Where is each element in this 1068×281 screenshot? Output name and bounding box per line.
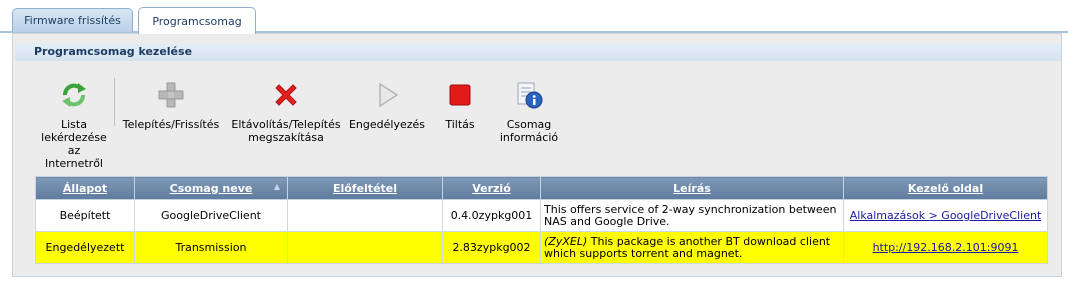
row-prerequisite <box>287 199 443 232</box>
tab-bar: Firmware frissítés Programcsomag <box>0 0 1068 34</box>
package-info-label: Csomag információ <box>499 118 559 144</box>
enable-button[interactable]: Engedélyezés <box>345 80 429 131</box>
package-info-button[interactable]: Csomag információ <box>492 80 566 144</box>
sort-ascending-icon: ▲ <box>273 182 280 191</box>
tab-firmware-update[interactable]: Firmware frissítés <box>12 8 133 32</box>
row-description: (ZyXEL) This package is another BT downl… <box>540 231 844 264</box>
column-header-status[interactable]: Állapot <box>35 176 135 200</box>
column-header-prerequisite[interactable]: Előfeltétel <box>287 176 443 200</box>
management-page-link[interactable]: Alkalmazások > GoogleDriveClient <box>850 209 1042 222</box>
package-table: Állapot Csomag neve ▲ Előfeltétel Verzió … <box>35 176 1048 264</box>
install-update-label: Telepítés/Frissítés <box>122 118 220 131</box>
row-description-text: This offers service of 2-way synchroniza… <box>544 202 837 228</box>
row-description: This offers service of 2-way synchroniza… <box>540 199 844 232</box>
refresh-list-label: Lista lekérdezése az Internetről <box>41 118 107 170</box>
row-description-text: This package is another BT download clie… <box>544 234 831 260</box>
enable-label: Engedélyezés <box>348 118 426 131</box>
row-management-page: http://192.168.2.101:9091 <box>843 231 1048 264</box>
table-header-row: Állapot Csomag neve ▲ Előfeltétel Verzió … <box>35 176 1048 200</box>
remove-install-button[interactable]: Eltávolítás/Telepítés megszakítása <box>226 80 346 144</box>
row-package-name: Transmission <box>134 231 288 264</box>
play-icon <box>372 80 402 110</box>
remove-install-label: Eltávolítás/Telepítés megszakítása <box>231 118 341 144</box>
column-header-management-page[interactable]: Kezelő oldal <box>843 176 1048 200</box>
remove-x-icon <box>271 80 301 110</box>
row-version: 0.4.0zypkg001 <box>442 199 541 232</box>
row-status: Engedélyezett <box>35 231 135 264</box>
install-update-button[interactable]: Telepítés/Frissítés <box>118 80 224 131</box>
column-header-description[interactable]: Leírás <box>540 176 844 200</box>
column-header-version[interactable]: Verzió <box>442 176 541 200</box>
plus-icon <box>156 80 186 110</box>
stop-icon <box>445 80 475 110</box>
row-status: Beépített <box>35 199 135 232</box>
row-management-page: Alkalmazások > GoogleDriveClient <box>843 199 1048 232</box>
disable-button[interactable]: Tiltás <box>437 80 483 131</box>
column-header-package-name[interactable]: Csomag neve ▲ <box>134 176 288 200</box>
row-package-name: GoogleDriveClient <box>134 199 288 232</box>
section-title: Programcsomag kezelése <box>15 43 1061 61</box>
table-row[interactable]: Beépített GoogleDriveClient 0.4.0zypkg00… <box>35 199 1048 232</box>
row-prerequisite <box>287 231 443 264</box>
row-version: 2.83zypkg002 <box>442 231 541 264</box>
tab-package[interactable]: Programcsomag <box>138 7 256 34</box>
table-row[interactable]: Engedélyezett Transmission 2.83zypkg002 … <box>35 231 1048 264</box>
refresh-list-button[interactable]: Lista lekérdezése az Internetről <box>34 80 114 170</box>
toolbar-separator <box>114 78 115 126</box>
column-header-package-name-label: Csomag neve <box>169 181 253 195</box>
disable-label: Tiltás <box>445 118 475 131</box>
info-icon <box>514 80 544 110</box>
management-page-link[interactable]: http://192.168.2.101:9091 <box>873 241 1019 254</box>
refresh-icon <box>59 80 89 110</box>
